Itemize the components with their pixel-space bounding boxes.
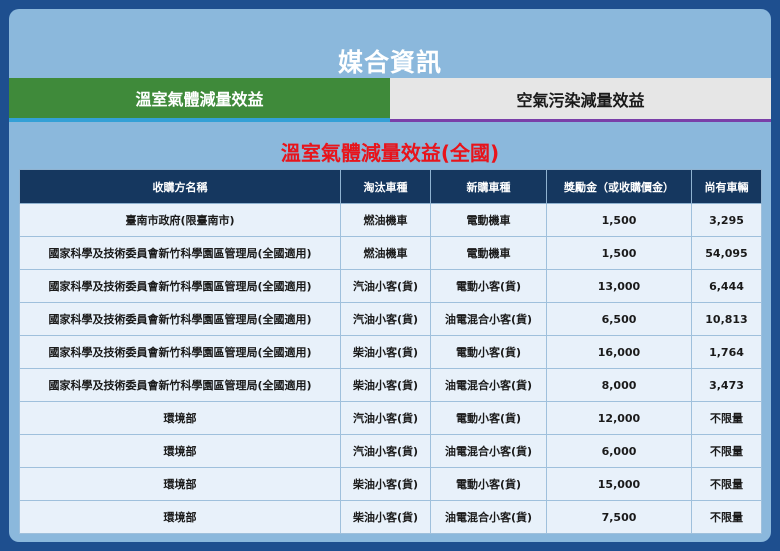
table-row: 國家科學及技術委員會新竹科學園區管理局(全國適用) 汽油小客(貨) 電動小客(貨) 1… (19, 269, 762, 303)
cell-scrapped-type: 燃油機車 (340, 203, 431, 237)
cell-scrapped-type: 汽油小客(貨) (340, 434, 431, 468)
cell-new-type: 油電混合小客(貨) (430, 302, 547, 336)
cell-buyer: 國家科學及技術委員會新竹科學園區管理局(全國適用) (19, 368, 341, 402)
table-row: 國家科學及技術委員會新竹科學園區管理局(全國適用) 汽油小客(貨) 油電混合小客(貨… (19, 302, 762, 336)
header-remaining: 尚有車輛 (691, 169, 762, 204)
cell-remaining: 6,444 (691, 269, 762, 303)
cell-scrapped-type: 柴油小客(貨) (340, 335, 431, 369)
header-new-type: 新購車種 (430, 169, 547, 204)
table-header-row: 收購方名稱 淘汰車種 新購車種 獎勵金（或收購價金） 尚有車輛 (19, 169, 762, 204)
cell-scrapped-type: 燃油機車 (340, 236, 431, 270)
cell-subsidy: 1,500 (546, 203, 692, 237)
cell-subsidy: 13,000 (546, 269, 692, 303)
cell-subsidy: 15,000 (546, 467, 692, 501)
table-row: 國家科學及技術委員會新竹科學園區管理局(全國適用) 柴油小客(貨) 電動小客(貨) 1… (19, 335, 762, 369)
cell-new-type: 油電混合小客(貨) (430, 500, 547, 534)
cell-subsidy: 6,000 (546, 434, 692, 468)
table-row: 環境部 柴油小客(貨) 電動小客(貨) 15,000 不限量 (19, 467, 762, 501)
table-row: 國家科學及技術委員會新竹科學園區管理局(全國適用) 柴油小客(貨) 油電混合小客(貨… (19, 368, 762, 402)
table-row: 臺南市政府(限臺南市) 燃油機車 電動機車 1,500 3,295 (19, 203, 762, 237)
cell-scrapped-type: 汽油小客(貨) (340, 401, 431, 435)
tab-air-pollution-reduction[interactable]: 空氣污染減量效益 (390, 78, 771, 122)
cell-buyer: 國家科學及技術委員會新竹科學園區管理局(全國適用) (19, 302, 341, 336)
cell-subsidy: 16,000 (546, 335, 692, 369)
cell-buyer: 國家科學及技術委員會新竹科學園區管理局(全國適用) (19, 335, 341, 369)
cell-scrapped-type: 汽油小客(貨) (340, 302, 431, 336)
cell-buyer: 國家科學及技術委員會新竹科學園區管理局(全國適用) (19, 269, 341, 303)
cell-subsidy: 8,000 (546, 368, 692, 402)
cell-new-type: 電動小客(貨) (430, 467, 547, 501)
cell-remaining: 54,095 (691, 236, 762, 270)
cell-buyer: 環境部 (19, 434, 341, 468)
header-scrapped-type: 淘汰車種 (340, 169, 431, 204)
cell-remaining: 3,473 (691, 368, 762, 402)
header-subsidy: 獎勵金（或收購價金） (546, 169, 692, 204)
cell-remaining: 不限量 (691, 434, 762, 468)
cell-remaining: 不限量 (691, 500, 762, 534)
cell-new-type: 電動小客(貨) (430, 335, 547, 369)
cell-remaining: 3,295 (691, 203, 762, 237)
cell-new-type: 電動小客(貨) (430, 401, 547, 435)
matching-table: 收購方名稱 淘汰車種 新購車種 獎勵金（或收購價金） 尚有車輛 臺南市政府(限臺… (19, 169, 762, 534)
cell-remaining: 不限量 (691, 467, 762, 501)
header-buyer: 收購方名稱 (19, 169, 341, 204)
cell-subsidy: 7,500 (546, 500, 692, 534)
matching-info-panel: 媒合資訊 溫室氣體減量效益 空氣污染減量效益 溫室氣體減量效益(全國) 收購方名… (9, 9, 771, 542)
table-row: 環境部 柴油小客(貨) 油電混合小客(貨) 7,500 不限量 (19, 500, 762, 534)
cell-new-type: 油電混合小客(貨) (430, 434, 547, 468)
cell-new-type: 油電混合小客(貨) (430, 368, 547, 402)
cell-remaining: 10,813 (691, 302, 762, 336)
cell-buyer: 國家科學及技術委員會新竹科學園區管理局(全國適用) (19, 236, 341, 270)
table-row: 環境部 汽油小客(貨) 電動小客(貨) 12,000 不限量 (19, 401, 762, 435)
cell-buyer: 臺南市政府(限臺南市) (19, 203, 341, 237)
table-row: 國家科學及技術委員會新竹科學園區管理局(全國適用) 燃油機車 電動機車 1,500 54… (19, 236, 762, 270)
cell-remaining: 不限量 (691, 401, 762, 435)
cell-new-type: 電動機車 (430, 236, 547, 270)
cell-scrapped-type: 汽油小客(貨) (340, 269, 431, 303)
cell-scrapped-type: 柴油小客(貨) (340, 368, 431, 402)
cell-subsidy: 1,500 (546, 236, 692, 270)
tab-ghg-reduction[interactable]: 溫室氣體減量效益 (9, 78, 390, 122)
cell-remaining: 1,764 (691, 335, 762, 369)
cell-buyer: 環境部 (19, 401, 341, 435)
section-title: 溫室氣體減量效益(全國) (280, 141, 500, 165)
cell-buyer: 環境部 (19, 467, 341, 501)
panel-title: 媒合資訊 (337, 48, 442, 77)
cell-scrapped-type: 柴油小客(貨) (340, 467, 431, 501)
cell-new-type: 電動小客(貨) (430, 269, 547, 303)
table-body: 臺南市政府(限臺南市) 燃油機車 電動機車 1,500 3,295 國家科學及技術委員會新… (19, 203, 762, 534)
table-row: 環境部 汽油小客(貨) 油電混合小客(貨) 6,000 不限量 (19, 434, 762, 468)
cell-scrapped-type: 柴油小客(貨) (340, 500, 431, 534)
cell-subsidy: 12,000 (546, 401, 692, 435)
cell-buyer: 環境部 (19, 500, 341, 534)
tab-bar: 溫室氣體減量效益 空氣污染減量效益 (9, 78, 771, 122)
cell-new-type: 電動機車 (430, 203, 547, 237)
cell-subsidy: 6,500 (546, 302, 692, 336)
